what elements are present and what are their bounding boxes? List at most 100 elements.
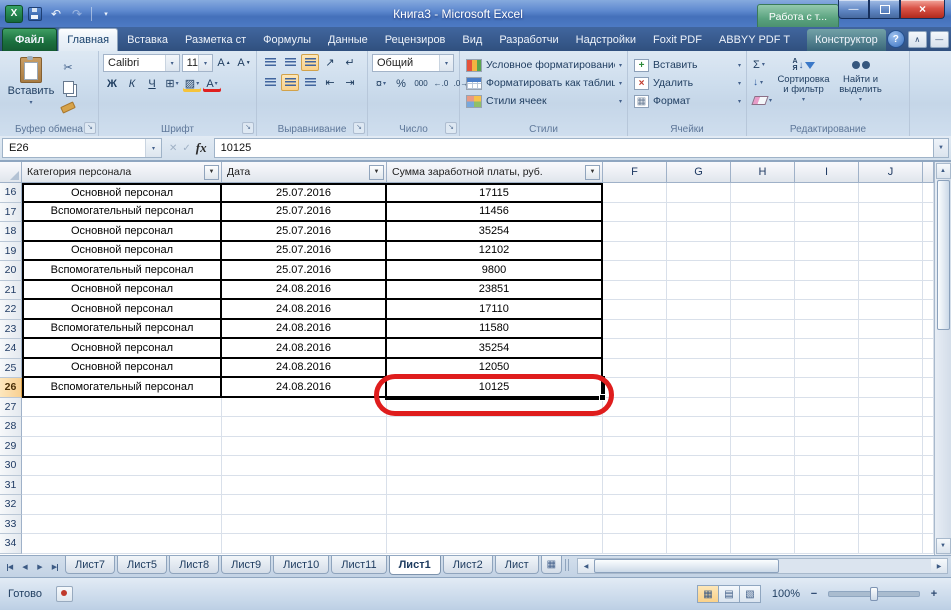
cell-D34[interactable]	[222, 534, 387, 554]
cell-J21[interactable]	[859, 281, 923, 301]
cell-E19[interactable]: 12102	[387, 242, 603, 262]
cell-F21[interactable]	[603, 281, 667, 301]
decrease-font-button[interactable]: А▼	[235, 55, 253, 72]
clipboard-dialog-launcher[interactable]: ↘	[84, 122, 96, 134]
cell-I26[interactable]	[795, 378, 859, 398]
format-as-table-button[interactable]: Форматировать как таблицу▾	[464, 74, 624, 92]
increase-decimal-button[interactable]: ←.0	[432, 75, 450, 92]
cell-D26[interactable]: 24.08.2016	[222, 378, 387, 398]
cell-E33[interactable]	[387, 515, 603, 535]
cell-D33[interactable]	[222, 515, 387, 535]
cell-F18[interactable]	[603, 222, 667, 242]
align-middle-button[interactable]	[281, 54, 299, 71]
cell-E24[interactable]: 35254	[387, 339, 603, 359]
row-header-33[interactable]: 33	[0, 515, 22, 535]
cell-G21[interactable]	[667, 281, 731, 301]
cell-G22[interactable]	[667, 300, 731, 320]
macro-record-button[interactable]	[56, 586, 73, 602]
row-header-29[interactable]: 29	[0, 437, 22, 457]
cell-H30[interactable]	[731, 456, 795, 476]
align-bottom-button[interactable]	[301, 54, 319, 71]
insert-function-button[interactable]: fx	[196, 140, 207, 156]
ribbon-tab-abbyy-pdf[interactable]: ABBYY PDF T	[711, 29, 798, 51]
cell-H32[interactable]	[731, 495, 795, 515]
cut-button[interactable]: ✂	[58, 59, 78, 75]
copy-button[interactable]	[58, 79, 78, 95]
cell-H24[interactable]	[731, 339, 795, 359]
increase-font-button[interactable]: А▲	[215, 55, 233, 72]
cell-G19[interactable]	[667, 242, 731, 262]
cell-C31[interactable]	[22, 476, 222, 496]
row-header-28[interactable]: 28	[0, 417, 22, 437]
cell-G18[interactable]	[667, 222, 731, 242]
horizontal-scroll-thumb[interactable]	[594, 559, 779, 573]
font-dialog-launcher[interactable]: ↘	[242, 122, 254, 134]
cell-E23[interactable]: 11580	[387, 320, 603, 340]
cell-F32[interactable]	[603, 495, 667, 515]
autosum-button[interactable]: Σ▾	[751, 57, 774, 72]
cell-C29[interactable]	[22, 437, 222, 457]
underline-button[interactable]: Ч	[143, 75, 161, 92]
paste-button[interactable]: Вставить ▾	[4, 54, 58, 121]
cell-J27[interactable]	[859, 398, 923, 418]
align-center-button[interactable]	[281, 74, 299, 91]
cell-C17[interactable]: Вспомогательный персонал	[22, 203, 222, 223]
row-header-30[interactable]: 30	[0, 456, 22, 476]
cell-D19[interactable]: 25.07.2016	[222, 242, 387, 262]
cell-F33[interactable]	[603, 515, 667, 535]
column-header-category[interactable]: Категория персонала▼	[22, 162, 222, 183]
cell-C16[interactable]: Основной персонал	[22, 183, 222, 203]
cell-D29[interactable]	[222, 437, 387, 457]
row-header-24[interactable]: 24	[0, 339, 22, 359]
cell-G25[interactable]	[667, 359, 731, 379]
ribbon-tab-add-ins[interactable]: Надстройки	[568, 29, 644, 51]
sheet-tab-list7[interactable]: Лист7	[65, 556, 115, 574]
cell-C21[interactable]: Основной персонал	[22, 281, 222, 301]
cell-E20[interactable]: 9800	[387, 261, 603, 281]
cell-G30[interactable]	[667, 456, 731, 476]
cell-F17[interactable]	[603, 203, 667, 223]
name-box[interactable]: E26 ▾	[2, 138, 162, 158]
clear-button[interactable]: ▾	[751, 93, 774, 108]
cell-I19[interactable]	[795, 242, 859, 262]
cell-C20[interactable]: Вспомогательный персонал	[22, 261, 222, 281]
zoom-out-button[interactable]: −	[807, 588, 821, 600]
cell-E16[interactable]: 17115	[387, 183, 603, 203]
italic-button[interactable]: К	[123, 75, 141, 92]
alignment-dialog-launcher[interactable]: ↘	[353, 122, 365, 134]
vertical-scrollbar[interactable]: ▲ ▼	[934, 162, 951, 555]
cell-D18[interactable]: 25.07.2016	[222, 222, 387, 242]
select-all-corner[interactable]	[0, 162, 22, 183]
last-sheet-button[interactable]: ▶	[48, 559, 62, 575]
cell-I30[interactable]	[795, 456, 859, 476]
row-header-20[interactable]: 20	[0, 261, 22, 281]
ribbon-tab-review[interactable]: Рецензиров	[377, 29, 454, 51]
customize-quick-access-button[interactable]: ▾	[97, 5, 115, 23]
expand-formula-bar-button[interactable]: ▼	[934, 138, 949, 158]
cell-F16[interactable]	[603, 183, 667, 203]
cell-J26[interactable]	[859, 378, 923, 398]
cell-D30[interactable]	[222, 456, 387, 476]
ribbon-tab-file[interactable]: Файл	[2, 28, 57, 51]
cell-J29[interactable]	[859, 437, 923, 457]
cell-D20[interactable]: 25.07.2016	[222, 261, 387, 281]
cell-G32[interactable]	[667, 495, 731, 515]
font-size-combo[interactable]: 11 ▾	[182, 54, 213, 72]
increase-indent-button[interactable]: ⇥	[341, 74, 359, 91]
cell-I24[interactable]	[795, 339, 859, 359]
cell-G23[interactable]	[667, 320, 731, 340]
cell-G29[interactable]	[667, 437, 731, 457]
cell-G26[interactable]	[667, 378, 731, 398]
horizontal-scroll-track[interactable]	[594, 559, 931, 573]
align-top-button[interactable]	[261, 54, 279, 71]
accounting-format-button[interactable]: ¤▾	[372, 75, 390, 92]
cell-I32[interactable]	[795, 495, 859, 515]
sheet-tab-list-partial[interactable]: Лист	[495, 556, 539, 574]
collapse-ribbon-button[interactable]: ∧	[908, 31, 927, 48]
cell-J25[interactable]	[859, 359, 923, 379]
save-button[interactable]	[26, 5, 44, 23]
cell-G27[interactable]	[667, 398, 731, 418]
cell-H27[interactable]	[731, 398, 795, 418]
cell-F34[interactable]	[603, 534, 667, 554]
cell-E34[interactable]	[387, 534, 603, 554]
